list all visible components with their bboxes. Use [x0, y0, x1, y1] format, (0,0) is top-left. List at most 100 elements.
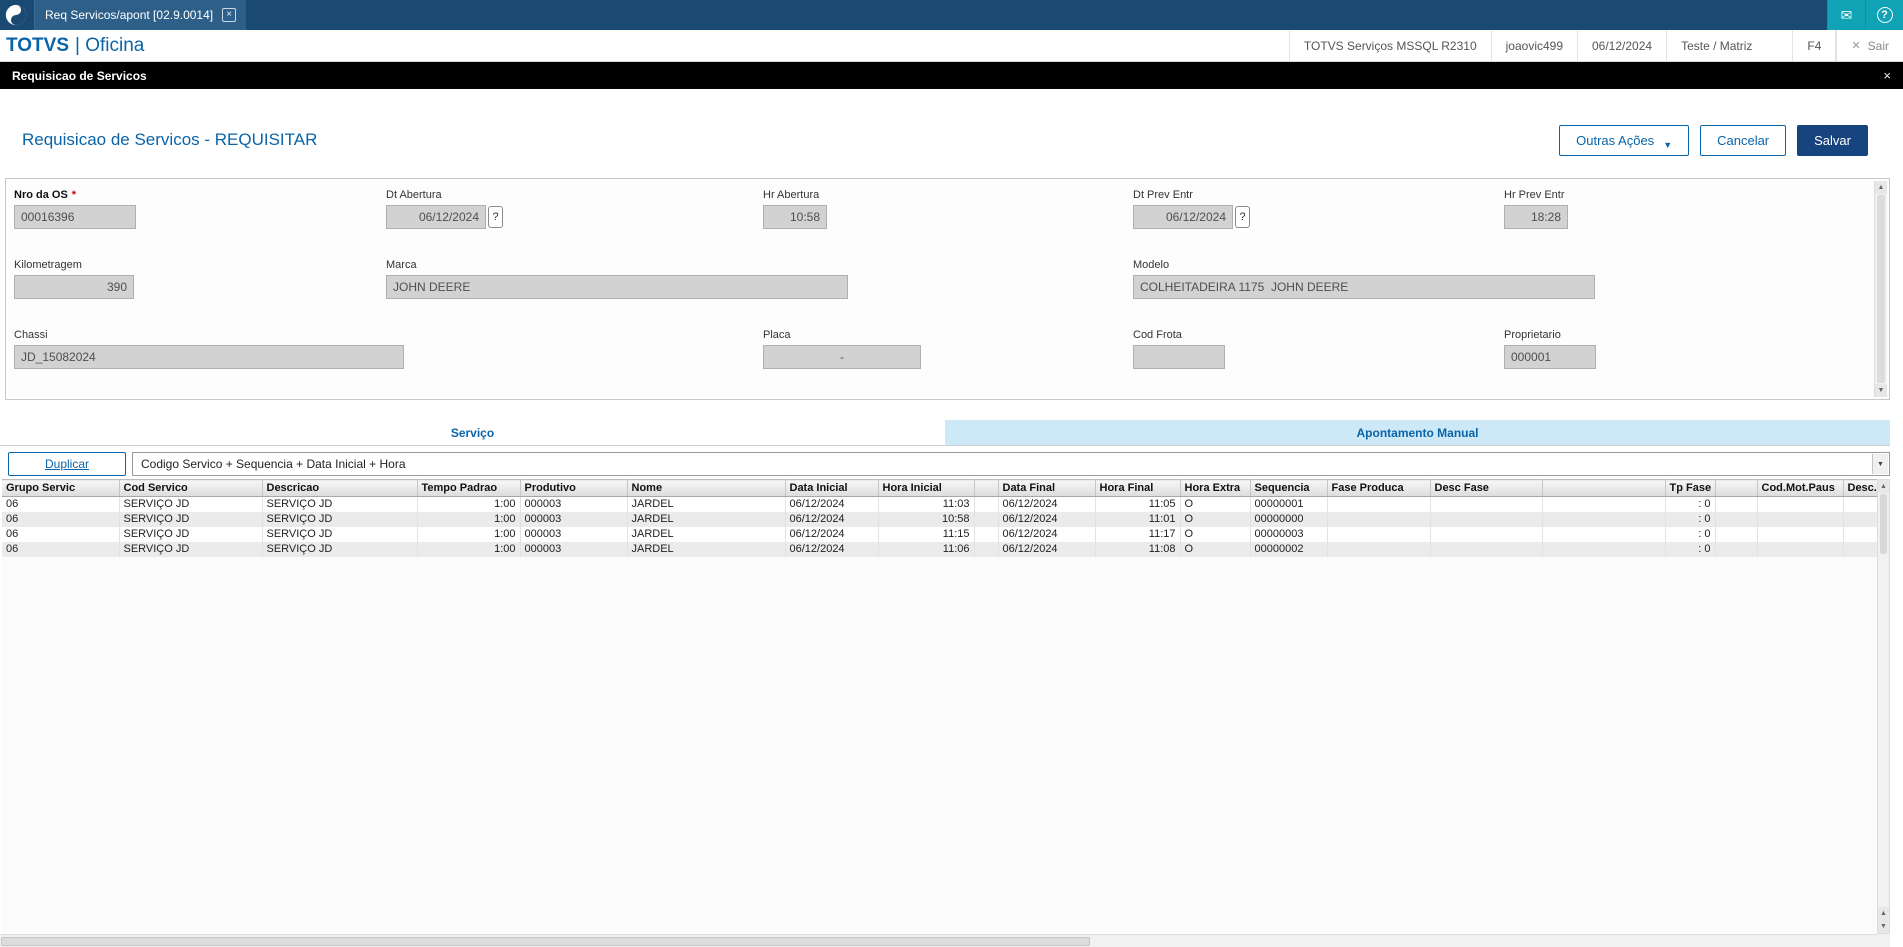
column-header-tp_fase[interactable]: Tp Fase	[1665, 479, 1716, 497]
window-close-icon[interactable]: ×	[1883, 68, 1891, 83]
menubar: TOTVS | Oficina TOTVS Serviços MSSQL R23…	[0, 30, 1903, 62]
cell-data_final: 06/12/2024	[998, 511, 1096, 527]
field-marca: Marca	[386, 259, 848, 299]
grid-scroll-up2-icon[interactable]: ▲	[1878, 907, 1889, 920]
cell-tp_fase: : 0	[1665, 541, 1716, 557]
column-header-cod_servico[interactable]: Cod Servico	[119, 479, 263, 497]
logout-button[interactable]: ✕ Sair	[1836, 30, 1903, 61]
column-header-fase_produca[interactable]: Fase Produca	[1327, 479, 1431, 497]
cell-nome: JARDEL	[627, 541, 786, 557]
cell-descricao: SERVIÇO JD	[262, 526, 418, 542]
grid-scrollbar-thumb[interactable]	[1880, 494, 1887, 554]
grid-scroll-down-icon[interactable]: ▼	[1878, 920, 1889, 933]
column-header-grupo_servic[interactable]: Grupo Servic	[2, 479, 120, 497]
placa-input[interactable]	[763, 345, 921, 369]
cell-gap2	[1542, 496, 1666, 512]
cell-nome: JARDEL	[627, 496, 786, 512]
table-row[interactable]: 06 SERVIÇO JD SERVIÇO JD 1:00 000003 JARDEL 06…	[2, 511, 1877, 527]
dt-abertura-help-button[interactable]: ?	[488, 206, 503, 228]
tab-servico[interactable]: Serviço	[0, 420, 945, 445]
grid-order-combo[interactable]: Codigo Servico + Sequencia + Data Inicia…	[132, 452, 1890, 476]
cell-data_inicial: 06/12/2024	[785, 541, 879, 557]
grid-vertical-scrollbar[interactable]: ▲ ▲ ▼	[1877, 479, 1890, 934]
f4-button[interactable]: F4	[1792, 30, 1837, 61]
tab-apontamento-manual[interactable]: Apontamento Manual	[945, 420, 1890, 445]
totvs-logo-icon	[4, 3, 28, 27]
column-header-tempo_padrao[interactable]: Tempo Padrao	[417, 479, 521, 497]
column-header-sequencia[interactable]: Sequencia	[1250, 479, 1328, 497]
field-dt-abertura: Dt Abertura ?	[386, 189, 503, 229]
column-header-data_inicial[interactable]: Data Inicial	[785, 479, 879, 497]
cell-desc_mo	[1843, 496, 1877, 512]
cell-nome: JARDEL	[627, 511, 786, 527]
form-panel-scrollbar[interactable]: ▲ ▼	[1874, 181, 1887, 397]
cell-data_inicial: 06/12/2024	[785, 511, 879, 527]
cell-hora_extra: O	[1180, 511, 1251, 527]
column-header-descricao[interactable]: Descricao	[262, 479, 418, 497]
dt-abertura-input[interactable]	[386, 205, 486, 229]
cell-gap3	[1715, 511, 1758, 527]
column-header-desc_mo[interactable]: Desc.Mo...	[1843, 479, 1877, 497]
cell-desc_mo	[1843, 541, 1877, 557]
cell-cod_servico: SERVIÇO JD	[119, 526, 263, 542]
cell-hora_inicial: 11:06	[878, 541, 975, 557]
dt-prev-entr-help-button[interactable]: ?	[1235, 206, 1250, 228]
branch-selector[interactable]: Teste / Matriz	[1666, 30, 1766, 61]
table-row[interactable]: 06 SERVIÇO JD SERVIÇO JD 1:00 000003 JARDEL 06…	[2, 526, 1877, 542]
column-header-gap3[interactable]	[1715, 479, 1758, 497]
column-header-hora_final[interactable]: Hora Final	[1095, 479, 1181, 497]
window-titlebar: Requisicao de Servicos ×	[0, 62, 1903, 89]
cell-gap1	[974, 541, 999, 557]
kilometragem-input[interactable]	[14, 275, 134, 299]
mail-button[interactable]: ✉	[1827, 0, 1865, 30]
chassi-label: Chassi	[14, 329, 48, 341]
scrollbar-thumb[interactable]	[1877, 195, 1885, 383]
cod-frota-input[interactable]	[1133, 345, 1225, 369]
form-panel: Nro da OS* Dt Abertura ? Hr Abertura Dt …	[5, 178, 1890, 400]
grid-horizontal-scrollbar[interactable]	[0, 934, 1877, 947]
window-tab[interactable]: Req Servicos/apont [02.9.0014] ×	[34, 0, 247, 30]
cell-fase_produca	[1327, 496, 1431, 512]
duplicar-button[interactable]: Duplicar	[8, 452, 126, 476]
modelo-input[interactable]	[1133, 275, 1595, 299]
cell-cod_mot_paus	[1757, 526, 1844, 542]
column-header-desc_fase[interactable]: Desc Fase	[1430, 479, 1543, 497]
combo-dropdown-icon[interactable]: ▼	[1872, 454, 1888, 474]
nro-os-input[interactable]	[14, 205, 136, 229]
salvar-button[interactable]: Salvar	[1797, 124, 1868, 156]
field-chassi: Chassi	[14, 329, 404, 369]
scroll-down-icon[interactable]: ▼	[1875, 384, 1887, 397]
grid-hscrollbar-thumb[interactable]	[1, 937, 1090, 946]
hr-prev-entr-input[interactable]	[1504, 205, 1568, 229]
placa-label: Placa	[763, 329, 791, 341]
column-header-gap1[interactable]	[974, 479, 999, 497]
column-header-nome[interactable]: Nome	[627, 479, 786, 497]
cell-cod_servico: SERVIÇO JD	[119, 541, 263, 557]
column-header-data_final[interactable]: Data Final	[998, 479, 1096, 497]
required-mark: *	[71, 189, 77, 201]
column-header-produtivo[interactable]: Produtivo	[520, 479, 628, 497]
column-header-gap2[interactable]	[1542, 479, 1666, 497]
column-header-hora_extra[interactable]: Hora Extra	[1180, 479, 1251, 497]
field-hr-prev-entr: Hr Prev Entr	[1504, 189, 1568, 229]
marca-input[interactable]	[386, 275, 848, 299]
table-row[interactable]: 06 SERVIÇO JD SERVIÇO JD 1:00 000003 JARDEL 06…	[2, 541, 1877, 557]
column-header-cod_mot_paus[interactable]: Cod.Mot.Paus	[1757, 479, 1844, 497]
chassi-input[interactable]	[14, 345, 404, 369]
outras-acoes-button[interactable]: Outras Ações ▼	[1559, 124, 1690, 156]
help-button[interactable]: ?	[1865, 0, 1903, 30]
proprietario-input[interactable]	[1504, 345, 1596, 369]
kilometragem-label: Kilometragem	[14, 259, 82, 271]
table-row[interactable]: 06 SERVIÇO JD SERVIÇO JD 1:00 000003 JARDEL 06…	[2, 496, 1877, 512]
scroll-up-icon[interactable]: ▲	[1875, 181, 1887, 194]
column-header-hora_inicial[interactable]: Hora Inicial	[878, 479, 975, 497]
tab-close-icon[interactable]: ×	[222, 8, 237, 22]
cell-tempo_padrao: 1:00	[417, 526, 521, 542]
cell-descricao: SERVIÇO JD	[262, 541, 418, 557]
field-kilometragem: Kilometragem	[14, 259, 134, 299]
hr-abertura-input[interactable]	[763, 205, 827, 229]
appointments-grid: Grupo Servic Cod Servico Descricao Tempo Pa…	[2, 479, 1877, 933]
grid-scroll-up-icon[interactable]: ▲	[1878, 480, 1889, 493]
dt-prev-entr-input[interactable]	[1133, 205, 1233, 229]
cancelar-button[interactable]: Cancelar	[1700, 124, 1787, 156]
